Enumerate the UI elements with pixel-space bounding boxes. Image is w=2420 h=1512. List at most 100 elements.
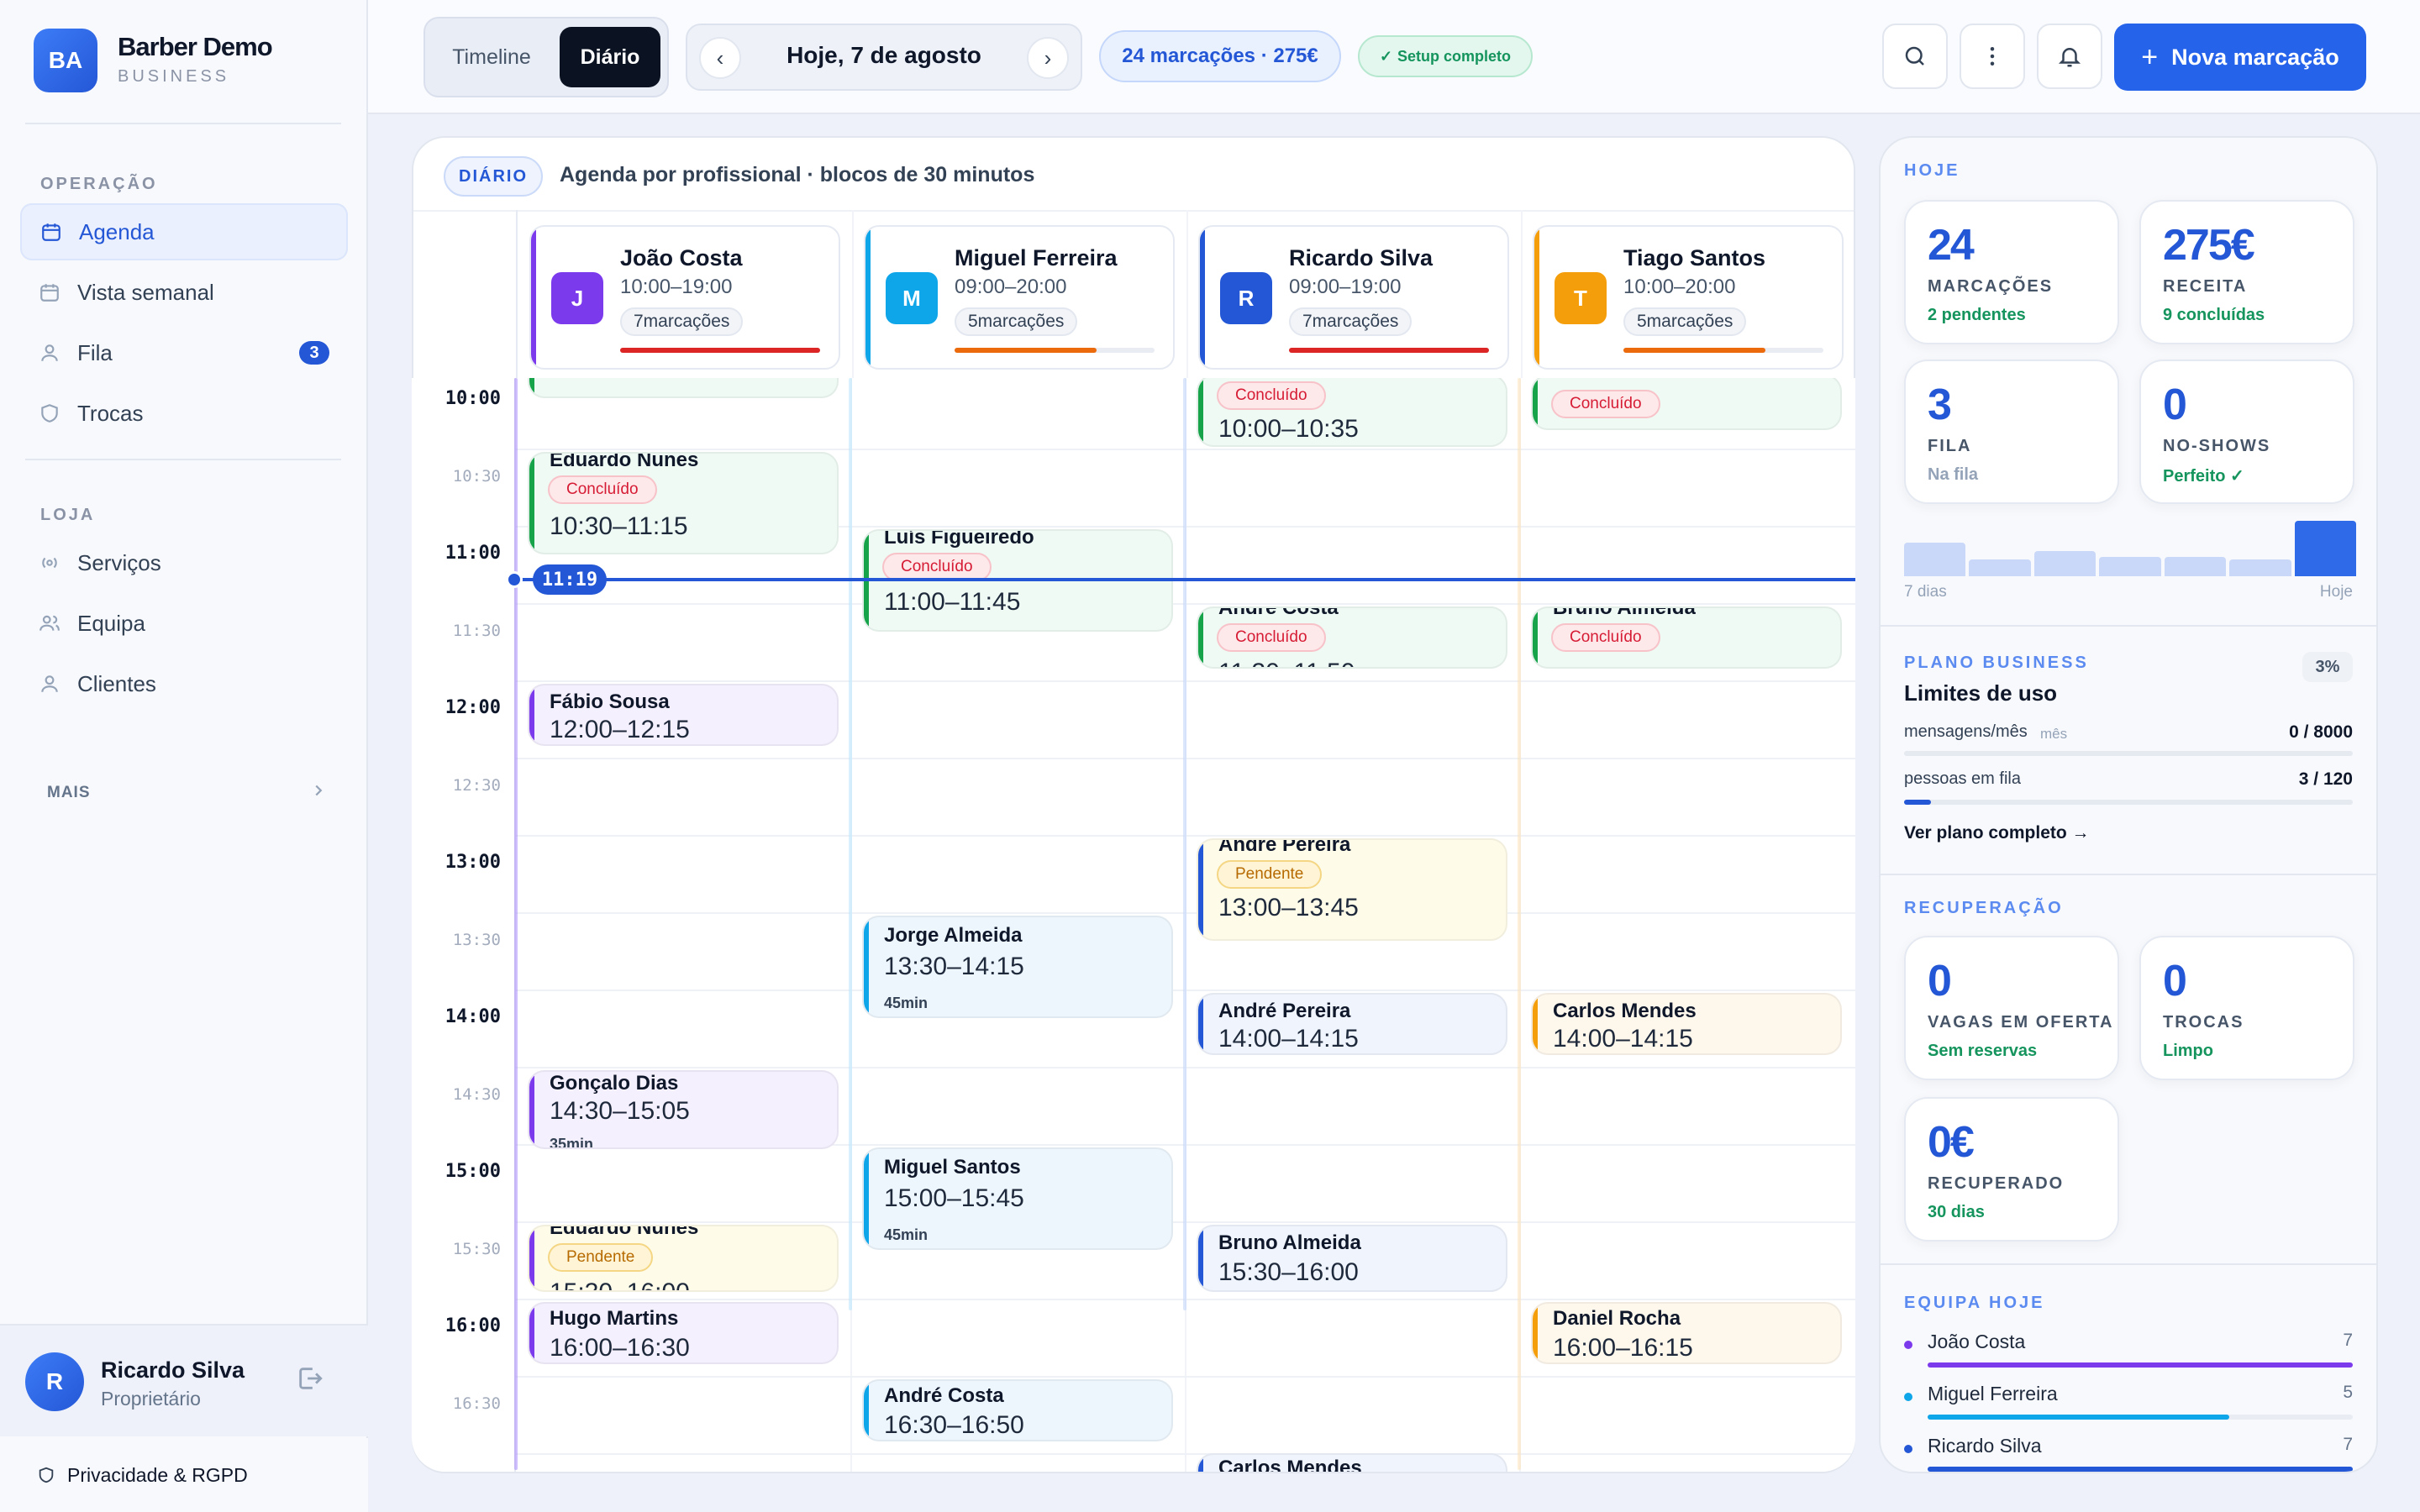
stat-marcacoes[interactable]: 24 MARCAÇÕES 2 pendentes (1904, 200, 2119, 344)
staff-color-dot (1904, 1393, 1912, 1401)
privacy-link[interactable]: Privacidade & RGPD (0, 1438, 368, 1512)
appointment-card[interactable]: Bruno Almeida Concluído (1531, 606, 1842, 669)
stat-value: 3 (1928, 381, 1952, 429)
users-icon (39, 612, 77, 634)
sidebar-item-agenda[interactable]: Agenda (20, 203, 348, 260)
appointment-card[interactable]: Eduardo Nunes Concluído 10:30–11:15 (528, 452, 839, 554)
status-chip: Concluído (882, 553, 992, 581)
limit-label: mensagens/mês (1904, 722, 2028, 741)
shield-icon (39, 402, 77, 424)
appointment-card[interactable] (528, 378, 839, 398)
current-time-label: 11:19 (533, 564, 607, 595)
time-label: 16:00 (445, 1315, 501, 1336)
appointment-time: 16:00–16:30 (550, 1334, 690, 1362)
status-bar (1533, 995, 1538, 1053)
prev-day-button[interactable]: ‹ (699, 37, 741, 79)
tab-diario[interactable]: Diário (560, 27, 660, 87)
team-count: 7 (2343, 1435, 2353, 1454)
appointment-card[interactable]: Concluído (1531, 378, 1842, 430)
stat-label: VAGAS EM OFERTA (1928, 1013, 2114, 1032)
status-chip: Concluído (1551, 390, 1660, 418)
appointment-time: 12:00–12:15 (550, 716, 690, 743)
client-name: Hugo Martins (550, 1307, 679, 1330)
appointment-card[interactable]: Gonçalo Dias 14:30–15:05 35min (528, 1070, 839, 1149)
sidebar-item-equipa[interactable]: Equipa (20, 595, 348, 652)
tab-timeline[interactable]: Timeline (435, 27, 548, 87)
time-label: 10:30 (452, 467, 501, 486)
appointment-card[interactable]: Eduardo Nunes Pendente 15:30–16:00 (528, 1225, 839, 1292)
current-date: Hoje, 7 de agosto (786, 42, 981, 68)
appointment-card[interactable]: André Pereira 14:00–14:15 (1197, 993, 1507, 1055)
plan-link[interactable]: Ver plano completo → (1904, 823, 2090, 843)
mais-toggle[interactable]: MAIS (20, 764, 348, 822)
chart-end-label: Hoje (2319, 583, 2353, 601)
limit-fill (1904, 800, 1932, 805)
client-name: André Costa (1218, 606, 1339, 619)
team-name: Ricardo Silva (1928, 1435, 2042, 1457)
stat-sub: 30 dias (1928, 1203, 1985, 1221)
week-bar (2164, 557, 2227, 576)
next-day-button[interactable]: › (1027, 37, 1069, 79)
stat-recuperado[interactable]: 0€ RECUPERADO 30 dias (1904, 1097, 2119, 1242)
chart-start-label: 7 dias (1904, 583, 1947, 601)
stat-value: 0 (2163, 381, 2187, 429)
stat-fila[interactable]: 3 FILA Na fila (1904, 360, 2119, 504)
appointment-time: 16:30–16:50 (884, 1411, 1024, 1439)
more-button[interactable] (1960, 24, 2025, 89)
shield-icon (37, 1466, 55, 1484)
divider (1881, 625, 2376, 627)
appointment-card[interactable]: André Pereira Pendente 13:00–13:45 (1197, 838, 1507, 941)
appointment-card[interactable]: Jorge Almeida 13:30–14:15 45min (862, 916, 1173, 1018)
week-bar (2033, 551, 2096, 576)
setup-label: Setup completo (1397, 47, 1512, 65)
grid-line (516, 1376, 1855, 1378)
team-row[interactable]: João Costa 7 (1904, 1331, 2353, 1374)
mais-label: MAIS (47, 784, 91, 801)
stat-vagas[interactable]: 0 VAGAS EM OFERTA Sem reservas (1904, 936, 2119, 1080)
notifications-button[interactable] (2037, 24, 2102, 89)
status-bar (864, 1149, 869, 1248)
appointment-card[interactable]: Miguel Santos 15:00–15:45 45min (862, 1147, 1173, 1250)
stat-trocas[interactable]: 0 TROCAS Limpo (2139, 936, 2354, 1080)
staff-color-dot (1904, 1445, 1912, 1453)
sidebar-item-clientes[interactable]: Clientes (20, 655, 348, 712)
sidebar-item-trocas[interactable]: Trocas (20, 385, 348, 442)
time-label: 16:30 (452, 1394, 501, 1413)
stat-receita[interactable]: 275€ RECEITA 9 concluídas (2139, 200, 2354, 344)
time-label: 12:00 (445, 697, 501, 718)
client-name: André Pereira (1218, 838, 1351, 856)
stat-no-shows[interactable]: 0 NO-SHOWS Perfeito ✓ (2139, 360, 2354, 504)
sidebar-item-vista-semanal[interactable]: Vista semanal (20, 264, 348, 321)
search-button[interactable] (1882, 24, 1948, 89)
appointment-card[interactable]: Hugo Martins 16:00–16:30 (528, 1302, 839, 1364)
appointment-card[interactable]: André Costa 16:30–16:50 (862, 1379, 1173, 1441)
plan-title: Limites de uso (1904, 680, 2058, 706)
appointment-card[interactable]: Daniel Rocha 16:00–16:15 (1531, 1302, 1842, 1364)
sidebar: BA Barber Demo BUSINESS OPERAÇÃO Agenda … (0, 0, 368, 1512)
appointment-time: 10:30–11:15 (550, 512, 688, 540)
time-label: 13:00 (445, 852, 501, 873)
sidebar-item-label: Vista semanal (77, 279, 214, 305)
appointment-card[interactable]: Bruno Almeida 15:30–16:00 (1197, 1225, 1507, 1292)
team-row[interactable]: Miguel Ferreira 5 (1904, 1383, 2353, 1426)
schedule-body: 10:00 10:30 11:00 11:30 12:00 12:30 13:0… (412, 378, 1855, 1472)
divider (25, 459, 341, 460)
client-name: Luís Figueiredo (884, 529, 1034, 549)
appointment-card[interactable]: André Costa Concluído 11:30–11:50 (1197, 606, 1507, 669)
appointment-card[interactable]: Carlos Mendes (1197, 1453, 1507, 1472)
status-chip: Concluído (548, 475, 657, 504)
new-booking-button[interactable]: + Nova marcação (2114, 24, 2366, 91)
appointment-card[interactable]: Fábio Sousa 12:00–12:15 (528, 684, 839, 746)
appointment-time: 14:00–14:15 (1218, 1025, 1359, 1053)
sidebar-item-fila[interactable]: Fila 3 (20, 324, 348, 381)
time-label: 14:00 (445, 1006, 501, 1027)
appointment-card[interactable]: Concluído 10:00–10:35 (1197, 378, 1507, 447)
appointment-card[interactable]: Carlos Mendes 14:00–14:15 (1531, 993, 1842, 1055)
client-name: Eduardo Nunes (550, 1225, 699, 1239)
logout-icon[interactable] (296, 1364, 324, 1393)
team-row[interactable]: Ricardo Silva 7 (1904, 1435, 2353, 1472)
sidebar-item-servicos[interactable]: Serviços (20, 534, 348, 591)
appointment-duration: 45min (884, 1226, 929, 1243)
sidebar-item-label: Serviços (77, 549, 161, 575)
current-time-dot (506, 571, 523, 588)
